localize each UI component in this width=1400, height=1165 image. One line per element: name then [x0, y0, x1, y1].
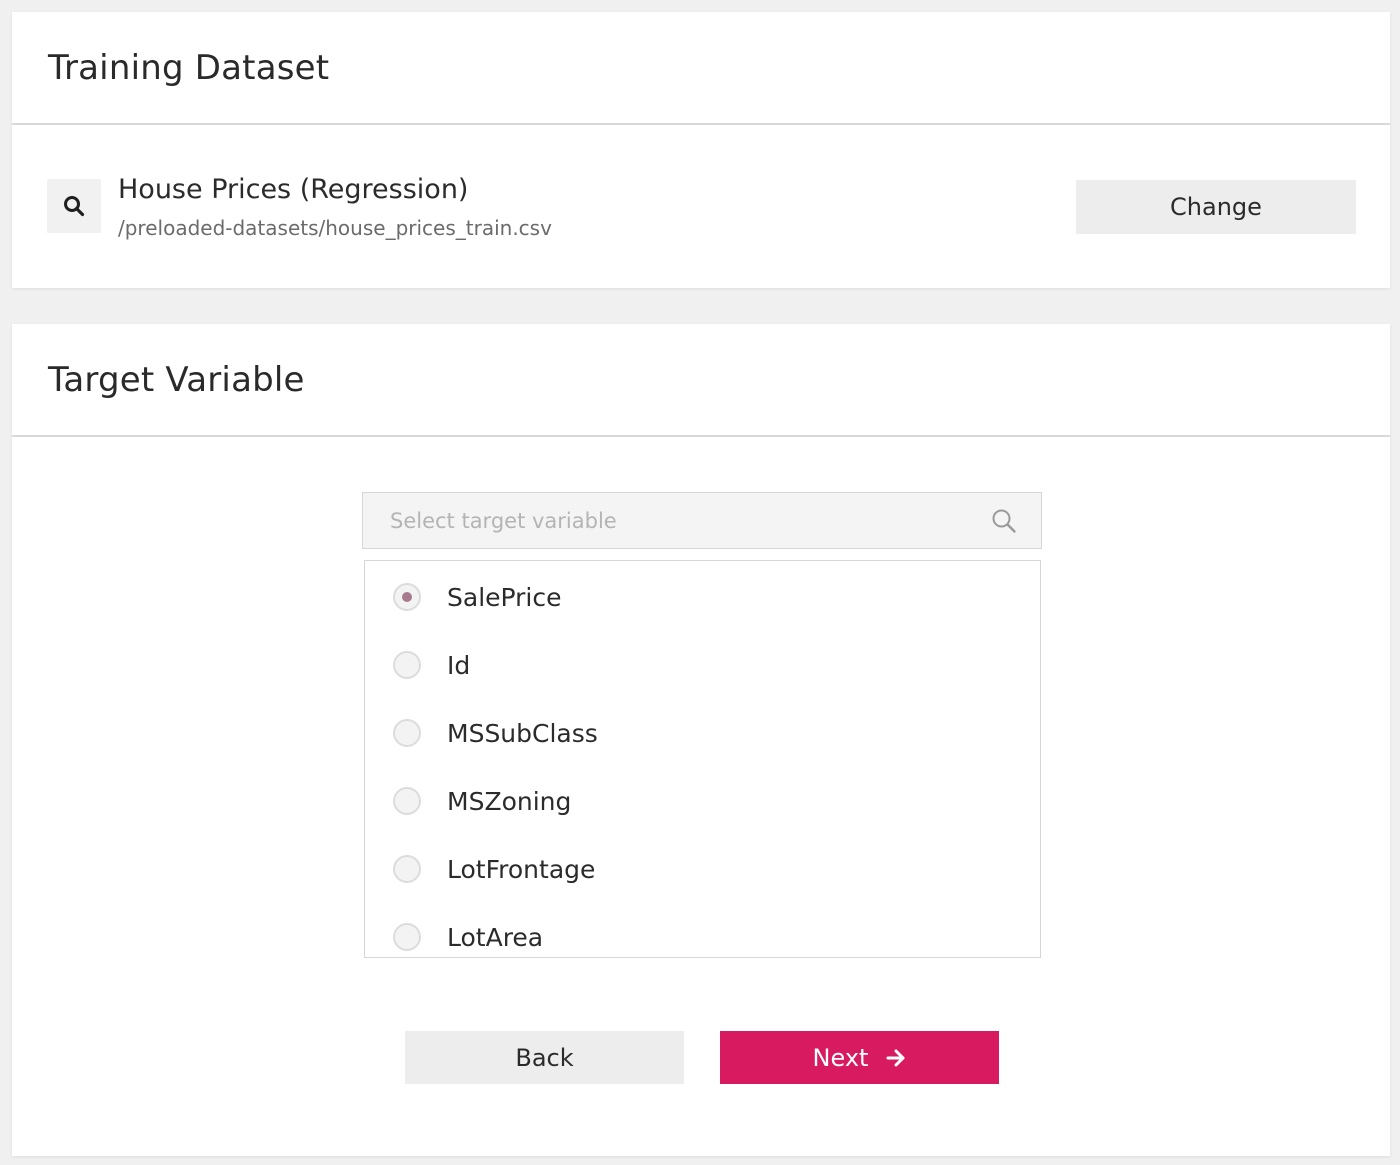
list-item-label: Id — [447, 650, 471, 680]
next-button[interactable]: Next — [720, 1031, 999, 1084]
training-dataset-title: Training Dataset — [48, 48, 330, 88]
back-button-label: Back — [515, 1043, 574, 1072]
list-item-lotarea[interactable]: LotArea — [365, 903, 1040, 957]
radio-button[interactable] — [393, 583, 421, 611]
dataset-path: /preloaded-datasets/house_prices_train.c… — [118, 216, 552, 240]
list-item-label: MSZoning — [447, 786, 572, 816]
training-dataset-card: Training Dataset House Prices (Regressio… — [12, 12, 1390, 288]
target-variable-list[interactable]: SalePrice Id MSSubClass MSZoning LotFron… — [364, 560, 1041, 958]
search-icon — [64, 196, 85, 217]
list-item-mssubclass[interactable]: MSSubClass — [365, 699, 1040, 767]
list-item-mszoning[interactable]: MSZoning — [365, 767, 1040, 835]
radio-button[interactable] — [393, 787, 421, 815]
dataset-name: House Prices (Regression) — [118, 174, 469, 205]
dataset-search-button[interactable] — [47, 179, 101, 233]
change-button[interactable]: Change — [1076, 180, 1356, 234]
list-item-id[interactable]: Id — [365, 631, 1040, 699]
list-item-saleprice[interactable]: SalePrice — [365, 563, 1040, 631]
target-variable-header: Target Variable — [12, 324, 1390, 437]
target-variable-title: Target Variable — [48, 360, 305, 400]
list-item-label: LotFrontage — [447, 854, 596, 884]
next-button-label: Next — [812, 1043, 869, 1072]
list-item-label: MSSubClass — [447, 718, 598, 748]
target-search-input[interactable] — [363, 493, 1041, 548]
radio-button[interactable] — [393, 719, 421, 747]
search-icon — [992, 509, 1016, 533]
radio-button[interactable] — [393, 855, 421, 883]
list-item-label: SalePrice — [447, 582, 562, 612]
target-search-box — [362, 492, 1042, 549]
list-item-label: LotArea — [447, 922, 544, 952]
back-button[interactable]: Back — [405, 1031, 684, 1084]
training-dataset-header: Training Dataset — [12, 12, 1390, 125]
radio-button[interactable] — [393, 651, 421, 679]
arrow-right-icon — [886, 1049, 906, 1067]
list-item-lotfrontage[interactable]: LotFrontage — [365, 835, 1040, 903]
radio-button[interactable] — [393, 923, 421, 951]
target-variable-card: Target Variable SalePrice Id MSSubClass … — [12, 324, 1390, 1156]
